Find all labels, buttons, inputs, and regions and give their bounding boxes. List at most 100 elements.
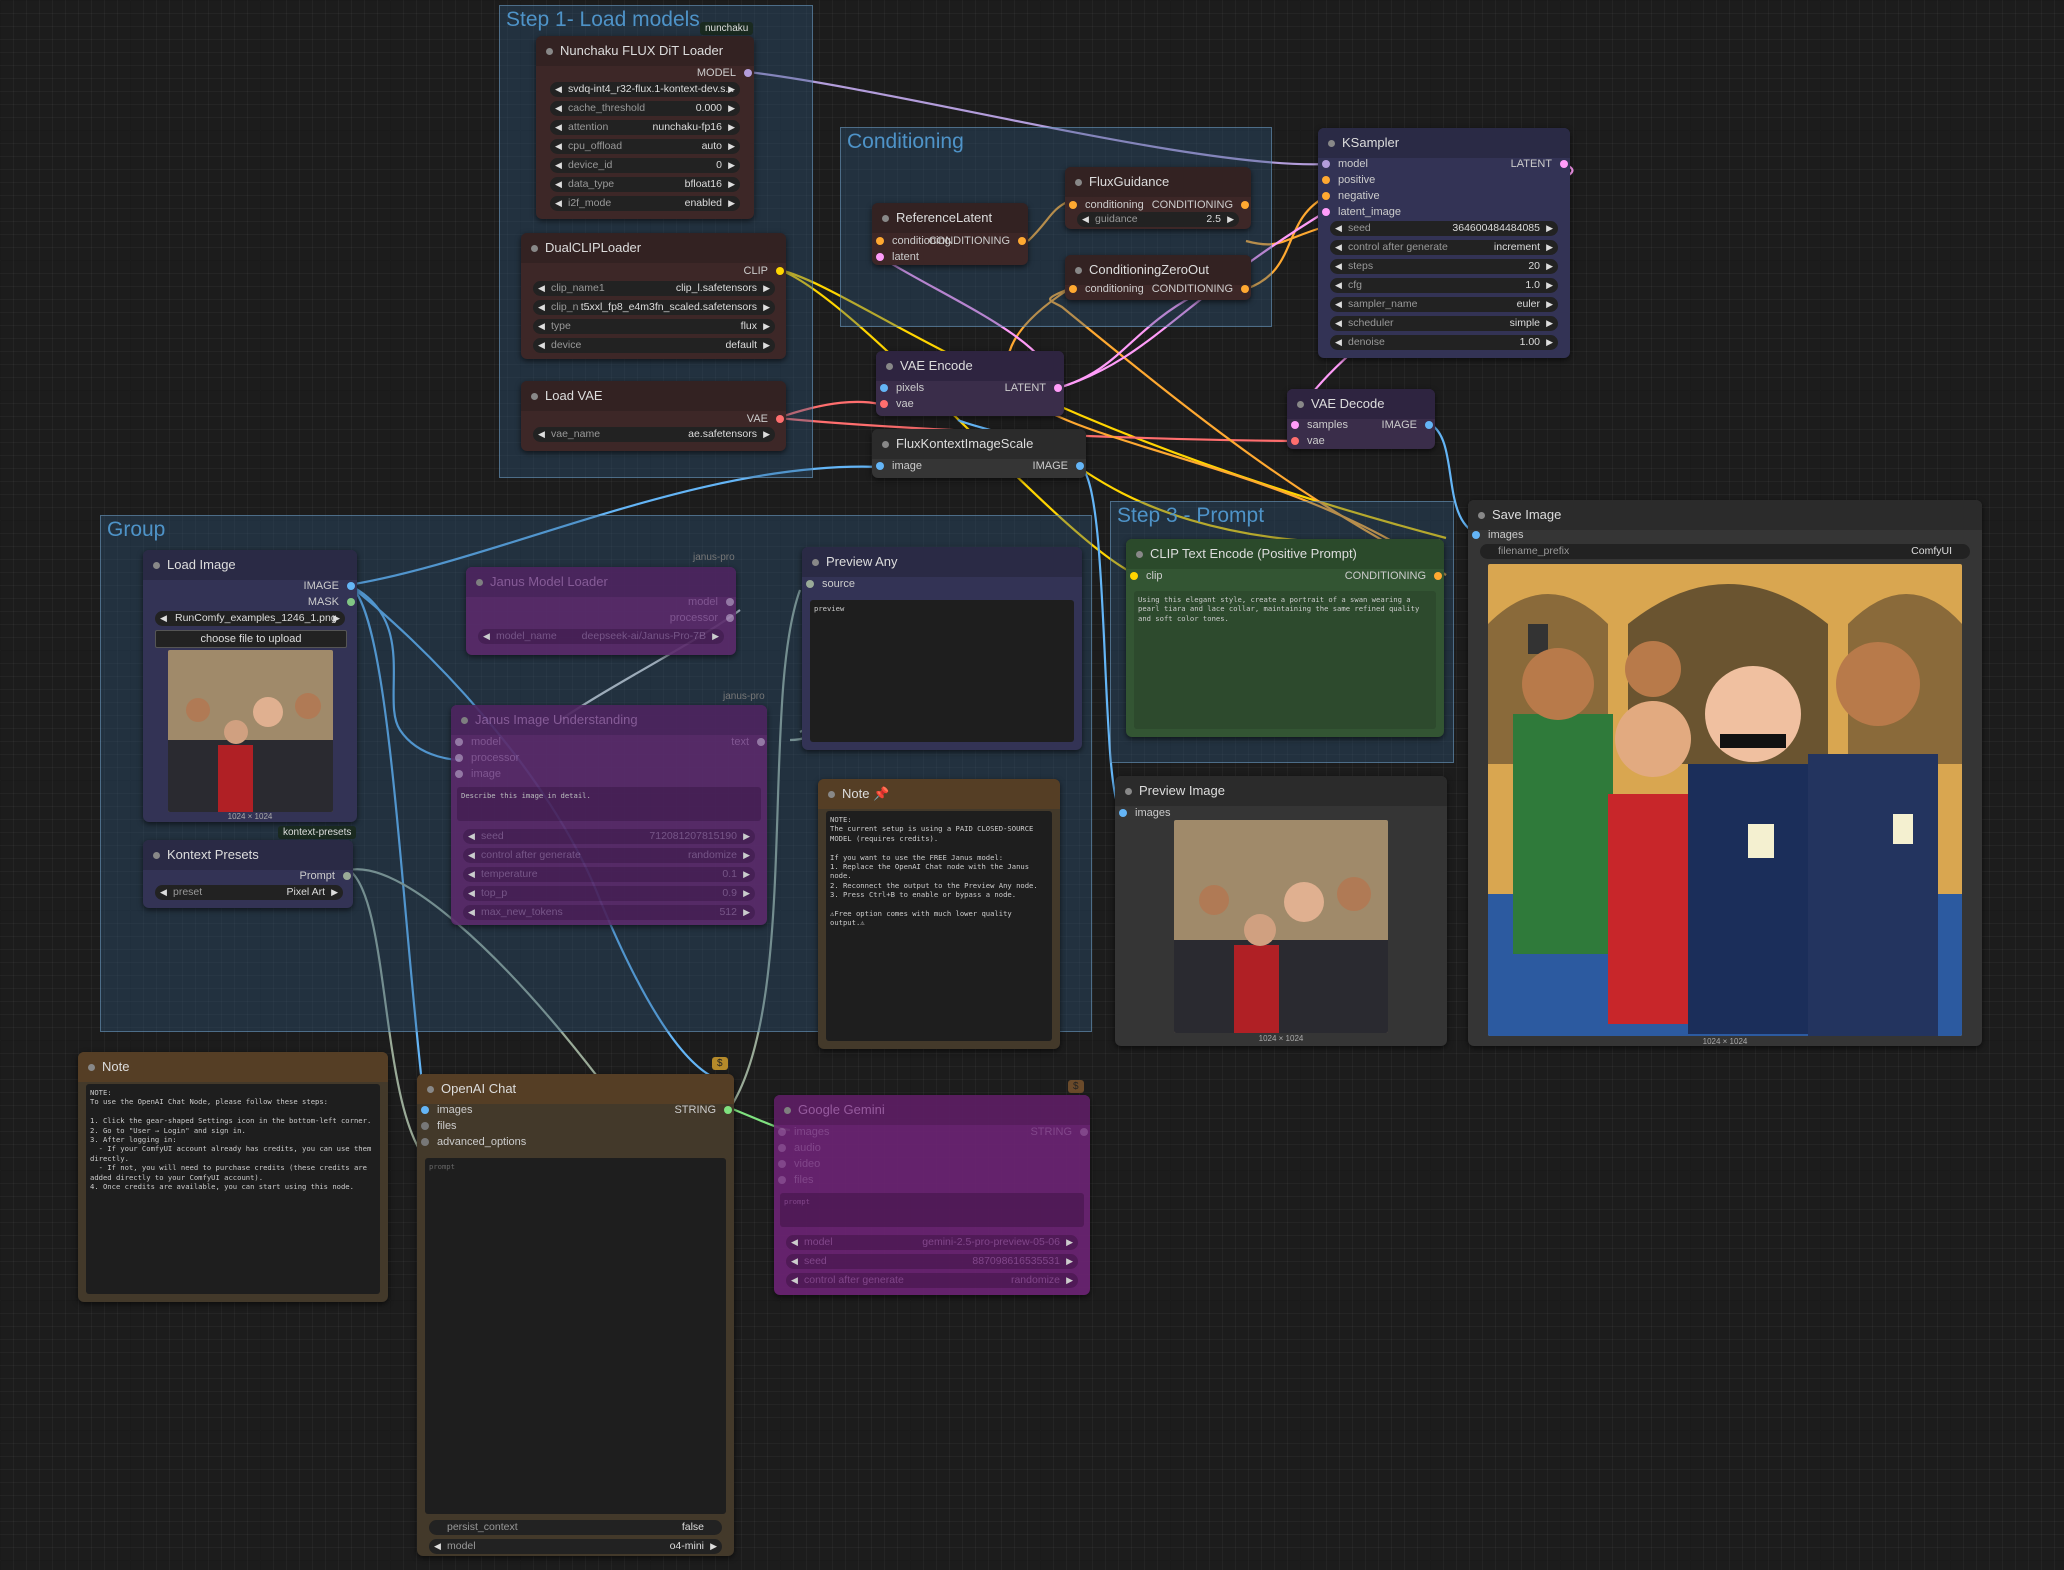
widget-i2f-mode[interactable]: i2f_modeenabled	[550, 196, 740, 211]
output-prompt[interactable]: Prompt	[300, 869, 352, 883]
widget-temperature[interactable]: temperature0.1	[463, 867, 755, 882]
prompt-textarea[interactable]: Using this elegant style, create a portr…	[1134, 591, 1436, 729]
node-load-vae[interactable]: Load VAE VAE vae_nameae.safetensors	[521, 381, 786, 451]
input-files[interactable]: files	[778, 1173, 814, 1187]
prompt-textarea[interactable]: Describe this image in detail.	[457, 787, 761, 821]
note-text[interactable]: NOTE: The current setup is using a PAID …	[826, 811, 1052, 1041]
widget-model[interactable]: modelgemini-2.5-pro-preview-05-06	[786, 1235, 1078, 1250]
output-image[interactable]: IMAGE	[304, 579, 356, 593]
note-text[interactable]: NOTE: To use the OpenAI Chat Node, pleas…	[86, 1084, 380, 1294]
preview-textarea[interactable]: preview	[810, 600, 1074, 742]
widget-control-after-generate[interactable]: control after generaterandomize	[463, 848, 755, 863]
input-conditioning[interactable]: conditioning	[1069, 198, 1144, 212]
input-positive[interactable]: positive	[1322, 173, 1375, 187]
widget-persist-context[interactable]: persist_context false	[429, 1520, 722, 1535]
node-kontext-presets[interactable]: Kontext Presets Prompt presetPixel Art	[143, 840, 353, 908]
node-flux-kontext-image-scale[interactable]: FluxKontextImageScale image IMAGE	[872, 429, 1086, 478]
widget-top-p[interactable]: top_p0.9	[463, 886, 755, 901]
choose-file-button[interactable]: choose file to upload	[155, 630, 347, 648]
input-clip[interactable]: clip	[1130, 569, 1163, 583]
widget-filename-prefix[interactable]: filename_prefix ComfyUI	[1480, 544, 1970, 559]
output-conditioning[interactable]: CONDITIONING	[929, 234, 1027, 248]
input-latent[interactable]: latent	[876, 250, 919, 264]
widget-clip-name1[interactable]: clip_name1clip_l.safetensors	[533, 281, 775, 296]
input-processor[interactable]: processor	[455, 751, 519, 765]
input-samples[interactable]: samples	[1291, 418, 1348, 432]
widget-seed[interactable]: seed712081207815190	[463, 829, 755, 844]
output-latent[interactable]: LATENT	[1005, 381, 1063, 395]
node-google-gemini[interactable]: Google Gemini images audio video files S…	[774, 1095, 1090, 1295]
input-conditioning[interactable]: conditioning	[1069, 282, 1144, 296]
widget-control-after-generate[interactable]: control after generaterandomize	[786, 1273, 1078, 1288]
output-latent[interactable]: LATENT	[1511, 157, 1569, 171]
output-conditioning[interactable]: CONDITIONING	[1152, 198, 1250, 212]
input-images[interactable]: images	[1119, 806, 1170, 820]
input-source[interactable]: source	[806, 577, 855, 591]
output-mask[interactable]: MASK	[308, 595, 356, 609]
output-text[interactable]: text	[731, 735, 765, 749]
widget-denoise[interactable]: denoise1.00	[1330, 335, 1558, 350]
widget-cfg[interactable]: cfg1.0	[1330, 278, 1558, 293]
node-openai-chat[interactable]: OpenAI Chat images files advanced_option…	[417, 1074, 734, 1556]
input-model[interactable]: model	[1322, 157, 1368, 171]
widget-scheduler[interactable]: schedulersimple	[1330, 316, 1558, 331]
node-preview-image[interactable]: Preview Image images 1024 × 1024	[1115, 776, 1447, 1046]
widget-model-name[interactable]: svdq-int4_r32-flux.1-kontext-dev.s...	[550, 82, 740, 97]
widget-model-name[interactable]: model_namedeepseek-ai/Janus-Pro-7B	[478, 629, 724, 644]
node-janus-image-understanding[interactable]: Janus Image Understanding model processo…	[451, 705, 767, 925]
widget-seed[interactable]: seed364600484484085	[1330, 221, 1558, 236]
node-clip-text-encode-positive[interactable]: CLIP Text Encode (Positive Prompt) clip …	[1126, 539, 1444, 737]
input-latent-image[interactable]: latent_image	[1322, 205, 1401, 219]
output-conditioning[interactable]: CONDITIONING	[1345, 569, 1443, 583]
node-note-openai[interactable]: Note NOTE: To use the OpenAI Chat Node, …	[78, 1052, 388, 1302]
node-vae-decode[interactable]: VAE Decode samples vae IMAGE	[1287, 389, 1435, 449]
widget-vae-name[interactable]: vae_nameae.safetensors	[533, 427, 775, 442]
widget-clip-name2[interactable]: clip_n ...t5xxl_fp8_e4m3fn_scaled.safete…	[533, 300, 775, 315]
widget-cache-threshold[interactable]: cache_threshold0.000	[550, 101, 740, 116]
input-advanced-options[interactable]: advanced_options	[421, 1135, 526, 1149]
node-preview-any[interactable]: Preview Any source preview	[802, 547, 1082, 750]
node-reference-latent[interactable]: ReferenceLatent conditioning latent COND…	[872, 203, 1028, 265]
prompt-textarea[interactable]: prompt	[425, 1158, 726, 1514]
output-model[interactable]: model	[688, 595, 734, 609]
widget-device-id[interactable]: device_id0	[550, 158, 740, 173]
node-janus-model-loader[interactable]: Janus Model Loader model processor model…	[466, 567, 736, 655]
input-images[interactable]: images	[421, 1103, 472, 1117]
output-model[interactable]: MODEL	[697, 66, 753, 80]
output-image[interactable]: IMAGE	[1033, 459, 1085, 473]
widget-sampler-name[interactable]: sampler_nameeuler	[1330, 297, 1558, 312]
node-load-image[interactable]: Load Image IMAGE MASK RunComfy_examples_…	[143, 550, 357, 822]
input-negative[interactable]: negative	[1322, 189, 1380, 203]
output-clip[interactable]: CLIP	[744, 264, 785, 278]
input-audio[interactable]: audio	[778, 1141, 821, 1155]
input-images[interactable]: images	[778, 1125, 829, 1139]
input-model[interactable]: model	[455, 735, 501, 749]
output-string[interactable]: STRING	[674, 1103, 732, 1117]
input-images[interactable]: images	[1472, 528, 1523, 542]
input-vae[interactable]: vae	[880, 397, 914, 411]
output-vae[interactable]: VAE	[747, 412, 785, 426]
widget-device[interactable]: devicedefault	[533, 338, 775, 353]
input-image[interactable]: image	[876, 459, 922, 473]
widget-data-type[interactable]: data_typebfloat16	[550, 177, 740, 192]
widget-max-new-tokens[interactable]: max_new_tokens512	[463, 905, 755, 920]
input-video[interactable]: video	[778, 1157, 820, 1171]
prompt-textarea[interactable]: prompt	[780, 1193, 1084, 1227]
node-nunchaku-flux-dit-loader[interactable]: Nunchaku FLUX DiT Loader MODEL svdq-int4…	[536, 36, 754, 219]
node-ksampler[interactable]: KSampler model positive negative latent_…	[1318, 128, 1570, 358]
widget-type[interactable]: typeflux	[533, 319, 775, 334]
output-conditioning[interactable]: CONDITIONING	[1152, 282, 1250, 296]
node-flux-guidance[interactable]: FluxGuidance conditioning CONDITIONING g…	[1065, 167, 1251, 229]
input-vae[interactable]: vae	[1291, 434, 1325, 448]
input-files[interactable]: files	[421, 1119, 457, 1133]
widget-cpu-offload[interactable]: cpu_offloadauto	[550, 139, 740, 154]
node-note-paid-model[interactable]: Note 📌 NOTE: The current setup is using …	[818, 779, 1060, 1049]
node-conditioning-zero-out[interactable]: ConditioningZeroOut conditioning CONDITI…	[1065, 255, 1251, 300]
widget-attention[interactable]: attentionnunchaku-fp16	[550, 120, 740, 135]
node-vae-encode[interactable]: VAE Encode pixels vae LATENT	[876, 351, 1064, 416]
input-pixels[interactable]: pixels	[880, 381, 924, 395]
node-dual-clip-loader[interactable]: DualCLIPLoader CLIP clip_name1clip_l.saf…	[521, 233, 786, 359]
output-image[interactable]: IMAGE	[1382, 418, 1434, 432]
widget-image-file[interactable]: RunComfy_examples_1246_1.png	[155, 611, 345, 626]
widget-seed[interactable]: seed887098616535531	[786, 1254, 1078, 1269]
